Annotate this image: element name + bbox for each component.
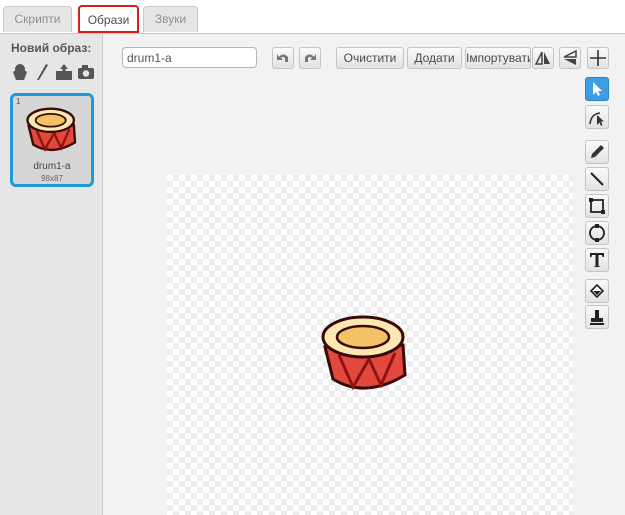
upload-icon[interactable] (54, 62, 74, 82)
fill-tool[interactable] (585, 279, 609, 303)
costume-thumbnail[interactable]: 1 drum1-a 98x87 (10, 93, 94, 187)
set-costume-center-button[interactable] (587, 47, 609, 69)
new-costume-label: Новий образ: (11, 41, 92, 55)
redo-icon (305, 54, 316, 62)
paint-editor: Очистити Додати Імпортувати (103, 34, 625, 515)
reshape-tool[interactable] (585, 105, 609, 129)
import-button[interactable]: Імпортувати (465, 47, 531, 69)
drum-thumbnail-image (26, 107, 77, 152)
line-icon (590, 172, 604, 186)
ellipse-tool[interactable] (585, 221, 609, 245)
text-tool[interactable] (585, 248, 609, 272)
costume-list-pane: Новий образ: 1 drum1-a 98x87 (0, 34, 103, 515)
costume-number: 1 (16, 97, 21, 106)
flip-horizontal-icon (534, 51, 550, 65)
costume-name-input[interactable] (122, 47, 257, 68)
fill-icon (589, 283, 605, 299)
stamp-icon (590, 310, 604, 325)
new-costume-buttons (10, 62, 96, 82)
camera-icon[interactable] (76, 62, 96, 82)
select-tool[interactable] (585, 77, 609, 101)
select-icon (593, 82, 602, 96)
costume-name: drum1-a (33, 161, 71, 172)
tab-bar: Скрипти Образи Звуки (0, 0, 625, 36)
pencil-tool[interactable] (585, 140, 609, 164)
costume-size: 98x87 (41, 174, 63, 183)
flip-vertical-button[interactable] (559, 47, 581, 69)
redo-button[interactable] (299, 47, 321, 69)
drawing-canvas[interactable] (167, 175, 573, 515)
tab-costumes[interactable]: Образи (78, 5, 139, 33)
ellipse-icon (589, 224, 605, 242)
add-button[interactable]: Додати (407, 47, 462, 69)
text-icon (590, 253, 604, 267)
rectangle-tool[interactable] (585, 194, 609, 218)
crosshair-icon (590, 50, 606, 66)
undo-button[interactable] (272, 47, 294, 69)
undo-icon (277, 54, 288, 62)
reshape-icon (589, 112, 604, 126)
pencil-icon (591, 145, 604, 158)
drum-costume-image (321, 315, 407, 391)
paint-brush-icon[interactable] (32, 62, 52, 82)
sprite-library-icon[interactable] (10, 62, 30, 82)
flip-vertical-icon (563, 49, 577, 65)
line-tool[interactable] (585, 167, 609, 191)
clear-button[interactable]: Очистити (336, 47, 404, 69)
rectangle-icon (589, 198, 605, 214)
stamp-tool[interactable] (585, 305, 609, 329)
tab-sounds[interactable]: Звуки (143, 6, 198, 32)
tab-scripts[interactable]: Скрипти (3, 6, 72, 32)
flip-horizontal-button[interactable] (532, 47, 554, 69)
